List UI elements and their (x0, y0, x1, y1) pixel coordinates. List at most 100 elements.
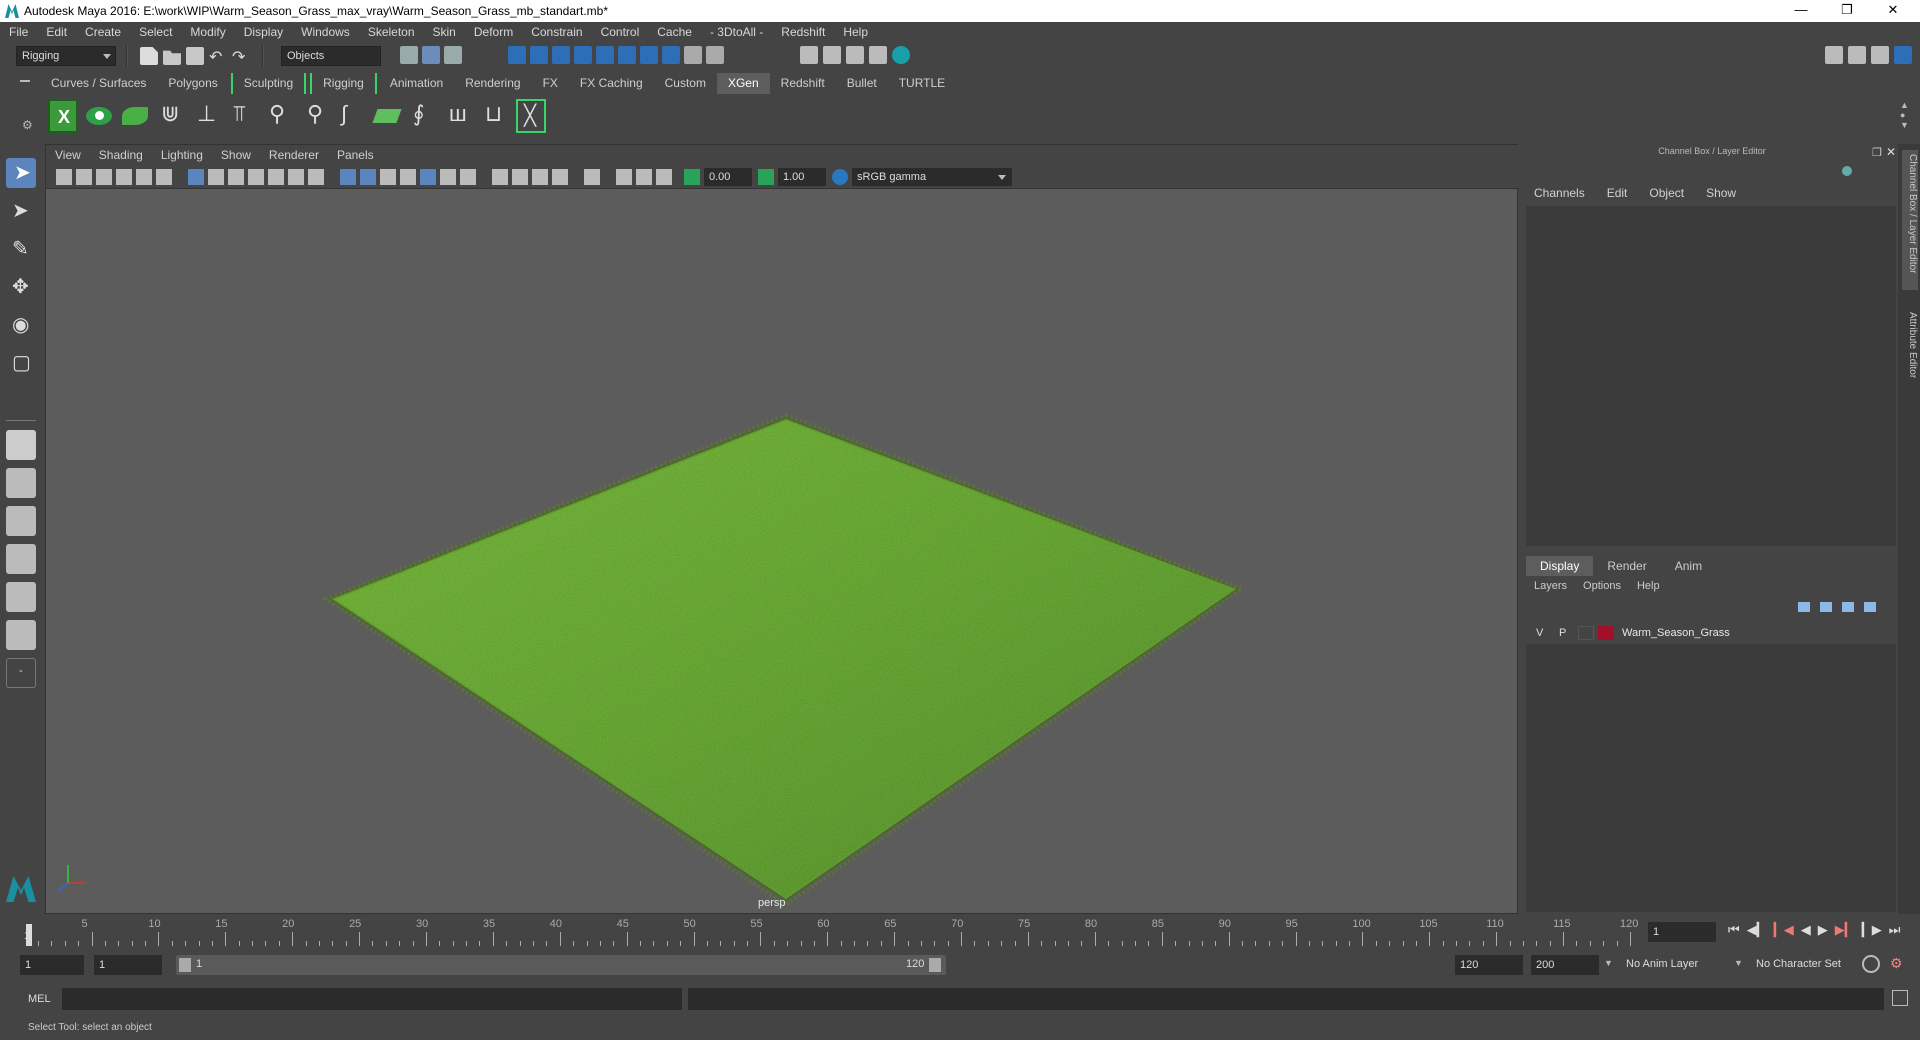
safe-title-icon[interactable] (308, 169, 324, 185)
step-back-key-icon[interactable]: ▎◀ (1774, 922, 1794, 938)
menu-help[interactable]: Help (834, 22, 877, 42)
snap-grid-icon[interactable] (508, 46, 526, 64)
use-default-material-icon[interactable] (380, 169, 396, 185)
xgen-editor-icon[interactable]: X (48, 99, 78, 133)
minimize-icon[interactable]: — (1778, 0, 1824, 22)
attribute-editor-side-tab[interactable]: Attribute Editor (1902, 312, 1918, 422)
xgen-delete-guide-icon[interactable]: ╳ (516, 99, 546, 133)
viewport-menu-view[interactable]: View (46, 145, 90, 165)
menu-edit[interactable]: Edit (37, 22, 76, 42)
layer-reference-toggle[interactable] (1578, 626, 1594, 640)
isolate-select-icon[interactable] (584, 169, 600, 185)
xgen-leaf-icon[interactable] (120, 99, 150, 133)
layer-visibility-toggle[interactable]: V (1536, 627, 1543, 639)
xgen-groom-icon[interactable]: ∮ (408, 99, 438, 133)
channel-box-toggle-icon[interactable] (1894, 46, 1912, 64)
xgen-layers-icon[interactable] (372, 99, 402, 133)
resolution-gate-icon[interactable] (228, 169, 244, 185)
snap-view-icon[interactable] (574, 46, 592, 64)
depth-of-field-icon[interactable] (552, 169, 568, 185)
redo-icon[interactable]: ↷ (232, 47, 245, 67)
shelf-tab-xgen[interactable]: XGen (716, 73, 770, 94)
channel-box-side-tab[interactable]: Channel Box / Layer Editor (1902, 150, 1918, 290)
grid-icon[interactable] (188, 169, 204, 185)
undo-icon[interactable]: ↶ (209, 47, 222, 67)
restore-icon[interactable]: ❐ (1824, 0, 1870, 22)
float-panel-icon[interactable]: ❐ (1872, 146, 1882, 159)
xgen-move-guide-icon[interactable]: ⊥ (192, 99, 222, 133)
xgen-hair-icon[interactable]: ш (444, 99, 474, 133)
color-space-dropdown[interactable]: sRGB gamma (852, 168, 1012, 186)
select-object-icon[interactable] (422, 46, 440, 64)
range-slider[interactable]: 1 120 (176, 955, 946, 975)
channel-box-menu-channels[interactable]: Channels (1534, 186, 1607, 200)
grease-pencil-icon[interactable] (156, 169, 172, 185)
menu-control[interactable]: Control (592, 22, 649, 42)
close-icon[interactable]: ✕ (1870, 0, 1916, 22)
wireframe-icon[interactable] (340, 169, 356, 185)
play-forwards-icon[interactable]: ▶ (1818, 922, 1828, 938)
snap-vertex-icon[interactable] (618, 46, 636, 64)
playback-end-field[interactable]: 120 (1455, 955, 1523, 975)
safe-action-icon[interactable] (288, 169, 304, 185)
menu-modify[interactable]: Modify (181, 22, 234, 42)
animation-end-field[interactable]: 200 (1531, 955, 1599, 975)
shelf-tab-sculpting[interactable]: Sculpting (230, 73, 307, 94)
film-gate-icon[interactable] (208, 169, 224, 185)
channel-box-menu-object[interactable]: Object (1649, 186, 1706, 200)
modeling-toolkit-icon[interactable] (1825, 46, 1843, 64)
perspective-viewport[interactable]: View Shading Lighting Show Renderer Panels (45, 144, 1519, 914)
layer-tab-render[interactable]: Render (1593, 556, 1660, 576)
shelf-tab-turtle[interactable]: TURTLE (888, 73, 956, 94)
go-to-end-icon[interactable]: ⏭ (1889, 922, 1901, 938)
menu-create[interactable]: Create (76, 22, 130, 42)
anim-layer-arrow-icon[interactable]: ▼ (1604, 958, 1613, 968)
menuset-dropdown[interactable]: Rigging (16, 46, 116, 66)
layer-playback-toggle[interactable]: P (1559, 627, 1566, 639)
2d-pan-zoom-icon[interactable] (136, 169, 152, 185)
custom-layout-icon[interactable]: - (6, 658, 36, 688)
menu-constrain[interactable]: Constrain (522, 22, 591, 42)
new-scene-icon[interactable] (140, 47, 158, 65)
xray-icon[interactable] (616, 169, 632, 185)
anti-aliasing-icon[interactable] (532, 169, 548, 185)
move-layer-down-icon[interactable] (1820, 602, 1832, 612)
save-scene-icon[interactable] (186, 47, 204, 65)
render-settings-icon[interactable] (846, 46, 864, 64)
use-all-lights-icon[interactable] (440, 169, 456, 185)
viewport-menu-renderer[interactable]: Renderer (260, 145, 328, 165)
gamma-icon[interactable] (758, 169, 774, 185)
single-perspective-layout-icon[interactable] (6, 430, 36, 460)
step-forward-icon[interactable]: ▎▶ (1862, 922, 1882, 938)
menu-cache[interactable]: Cache (648, 22, 701, 42)
xgen-guide-length-icon[interactable]: ⫪ (228, 99, 258, 133)
menu-windows[interactable]: Windows (292, 22, 359, 42)
menu-select[interactable]: Select (130, 22, 181, 42)
attribute-editor-toggle-icon[interactable] (1871, 46, 1889, 64)
shelf-tab-animation[interactable]: Animation (379, 73, 454, 94)
animation-start-field[interactable]: 1 (20, 955, 84, 975)
outliner-toggle-icon[interactable] (1848, 46, 1866, 64)
channel-box-menu-edit[interactable]: Edit (1607, 186, 1650, 200)
shelf-tab-bullet[interactable]: Bullet (836, 73, 888, 94)
menu-display[interactable]: Display (235, 22, 292, 42)
smooth-shade-icon[interactable] (360, 169, 376, 185)
shelf-menu-icon[interactable] (20, 80, 30, 82)
current-frame-field[interactable]: 1 (1648, 922, 1716, 942)
xgen-add-guide-icon[interactable]: ⋓ (156, 99, 186, 133)
shelf-tab-redshift[interactable]: Redshift (770, 73, 836, 94)
viewport-menu-shading[interactable]: Shading (90, 145, 152, 165)
select-component-icon[interactable] (444, 46, 462, 64)
scene-canvas[interactable] (46, 189, 1517, 913)
layer-tab-anim[interactable]: Anim (1661, 556, 1716, 576)
layer-row[interactable]: V P Warm_Season_Grass (1526, 622, 1896, 644)
command-input[interactable] (62, 988, 682, 1010)
field-chart-icon[interactable] (268, 169, 284, 185)
layer-color-swatch[interactable] (1598, 626, 1614, 640)
persp-outliner-layout-icon[interactable] (6, 506, 36, 536)
input-output-icon[interactable] (662, 46, 680, 64)
xgen-preview-icon[interactable] (84, 99, 114, 133)
outliner-layout-icon[interactable] (6, 582, 36, 612)
step-forward-key-icon[interactable]: ▶▎ (1835, 922, 1855, 938)
go-to-start-icon[interactable]: ⏮ (1728, 922, 1740, 938)
